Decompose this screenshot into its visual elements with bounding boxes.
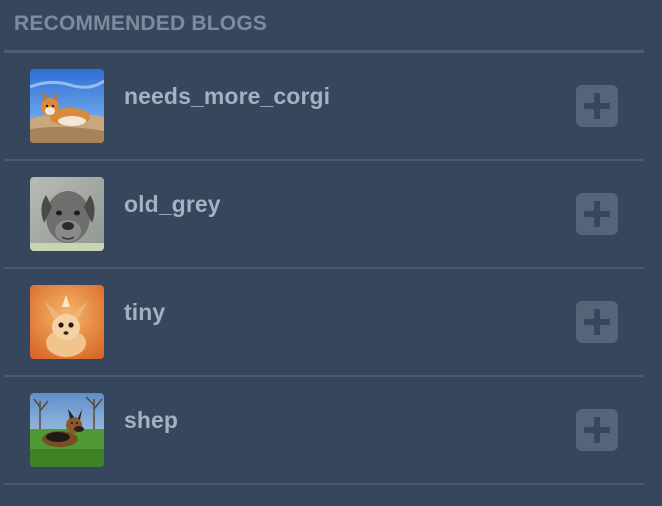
list-item: needs_more_corgi <box>4 53 644 161</box>
follow-button[interactable] <box>576 409 618 451</box>
blog-name[interactable]: shep <box>124 407 178 434</box>
blog-name[interactable]: tiny <box>124 299 165 326</box>
follow-button[interactable] <box>576 85 618 127</box>
blog-avatar[interactable] <box>30 69 104 143</box>
follow-button[interactable] <box>576 301 618 343</box>
shepherd-avatar-icon <box>30 393 104 467</box>
corgi-avatar-icon <box>30 69 104 143</box>
list-item: tiny <box>4 269 644 377</box>
blog-avatar[interactable] <box>30 285 104 359</box>
list-item: old_grey <box>4 161 644 269</box>
blog-avatar[interactable] <box>30 393 104 467</box>
list-item: shep <box>4 377 644 485</box>
grey-dog-avatar-icon <box>30 177 104 251</box>
recommended-blogs-panel: RECOMMENDED BLOGS needs_more_corgi old_g… <box>0 0 662 506</box>
follow-button[interactable] <box>576 193 618 235</box>
blog-name[interactable]: old_grey <box>124 191 221 218</box>
blog-list: needs_more_corgi old_grey tiny shep <box>4 53 644 485</box>
section-title: RECOMMENDED BLOGS <box>14 12 268 35</box>
blog-name[interactable]: needs_more_corgi <box>124 83 330 110</box>
blog-avatar[interactable] <box>30 177 104 251</box>
chihuahua-avatar-icon <box>30 285 104 359</box>
